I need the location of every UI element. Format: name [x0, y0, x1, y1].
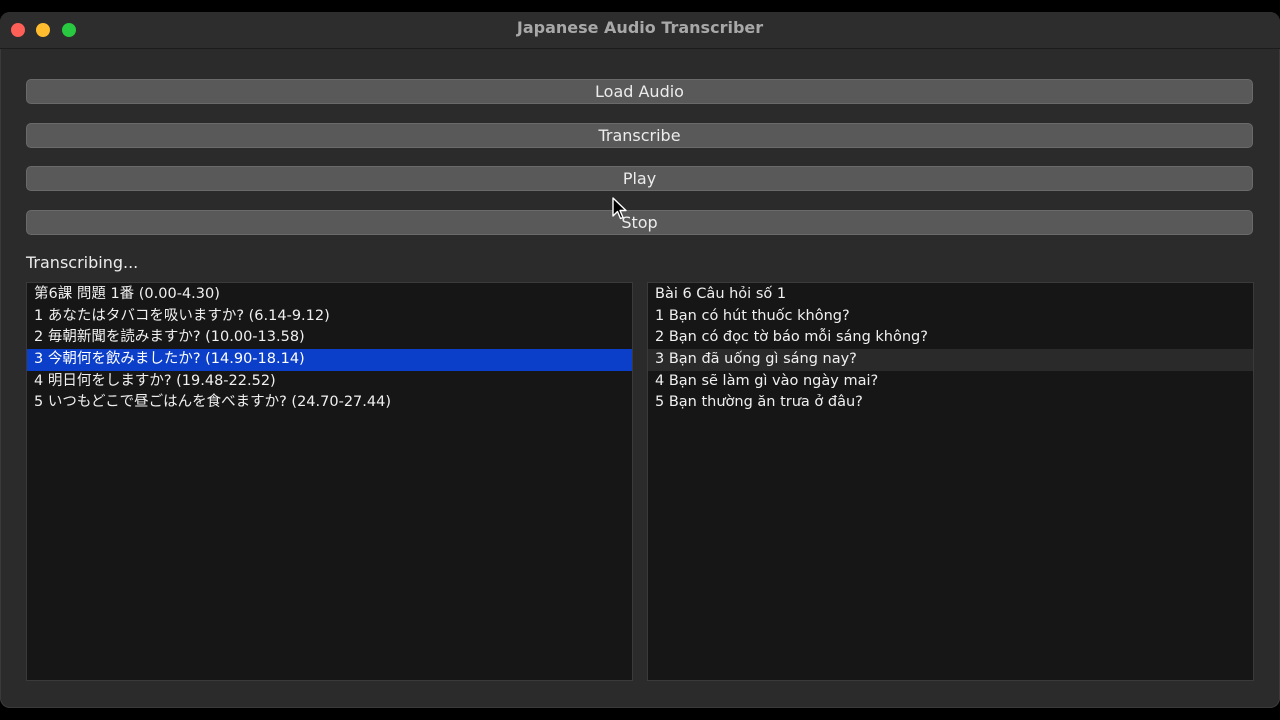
- load-audio-button[interactable]: Load Audio: [26, 79, 1253, 104]
- stop-button[interactable]: Stop: [26, 210, 1253, 235]
- vietnamese-list-item[interactable]: 2 Bạn có đọc tờ báo mỗi sáng không?: [648, 327, 1253, 349]
- transcribe-button[interactable]: Transcribe: [26, 123, 1253, 148]
- vietnamese-list-item[interactable]: Bài 6 Câu hỏi số 1: [648, 284, 1253, 306]
- vietnamese-list-item[interactable]: 5 Bạn thường ăn trưa ở đâu?: [648, 392, 1253, 414]
- window-title: Japanese Audio Transcriber: [516, 18, 764, 37]
- japanese-list-item[interactable]: 3 今朝何を飲みましたか? (14.90-18.14): [27, 349, 632, 371]
- japanese-list-item[interactable]: 第6課 問題 1番 (0.00-4.30): [27, 284, 632, 306]
- japanese-transcript-list[interactable]: 第6課 問題 1番 (0.00-4.30) 1 あなたはタバコを吸いますか? (6…: [26, 282, 633, 681]
- vietnamese-list-item[interactable]: 1 Bạn có hút thuốc không?: [648, 306, 1253, 328]
- vietnamese-list-item[interactable]: 4 Bạn sẽ làm gì vào ngày mai?: [648, 371, 1253, 393]
- app-window: Japanese Audio Transcriber Load Audio Tr…: [0, 12, 1280, 708]
- vietnamese-translation-list[interactable]: Bài 6 Câu hỏi số 11 Bạn có hút thuốc khô…: [647, 282, 1254, 681]
- vietnamese-list-item[interactable]: 3 Bạn đã uống gì sáng nay?: [648, 349, 1253, 371]
- mouse-pointer-icon: [612, 197, 627, 220]
- status-label: Transcribing...: [26, 253, 139, 272]
- title-bar[interactable]: Japanese Audio Transcriber: [0, 12, 1280, 49]
- japanese-list-item[interactable]: 4 明日何をしますか? (19.48-22.52): [27, 371, 632, 393]
- japanese-list-item[interactable]: 5 いつもどこで昼ごはんを食べますか? (24.70-27.44): [27, 392, 632, 414]
- play-button[interactable]: Play: [26, 166, 1253, 191]
- japanese-list-item[interactable]: 1 あなたはタバコを吸いますか? (6.14-9.12): [27, 306, 632, 328]
- japanese-list-item[interactable]: 2 毎朝新聞を読みますか? (10.00-13.58): [27, 327, 632, 349]
